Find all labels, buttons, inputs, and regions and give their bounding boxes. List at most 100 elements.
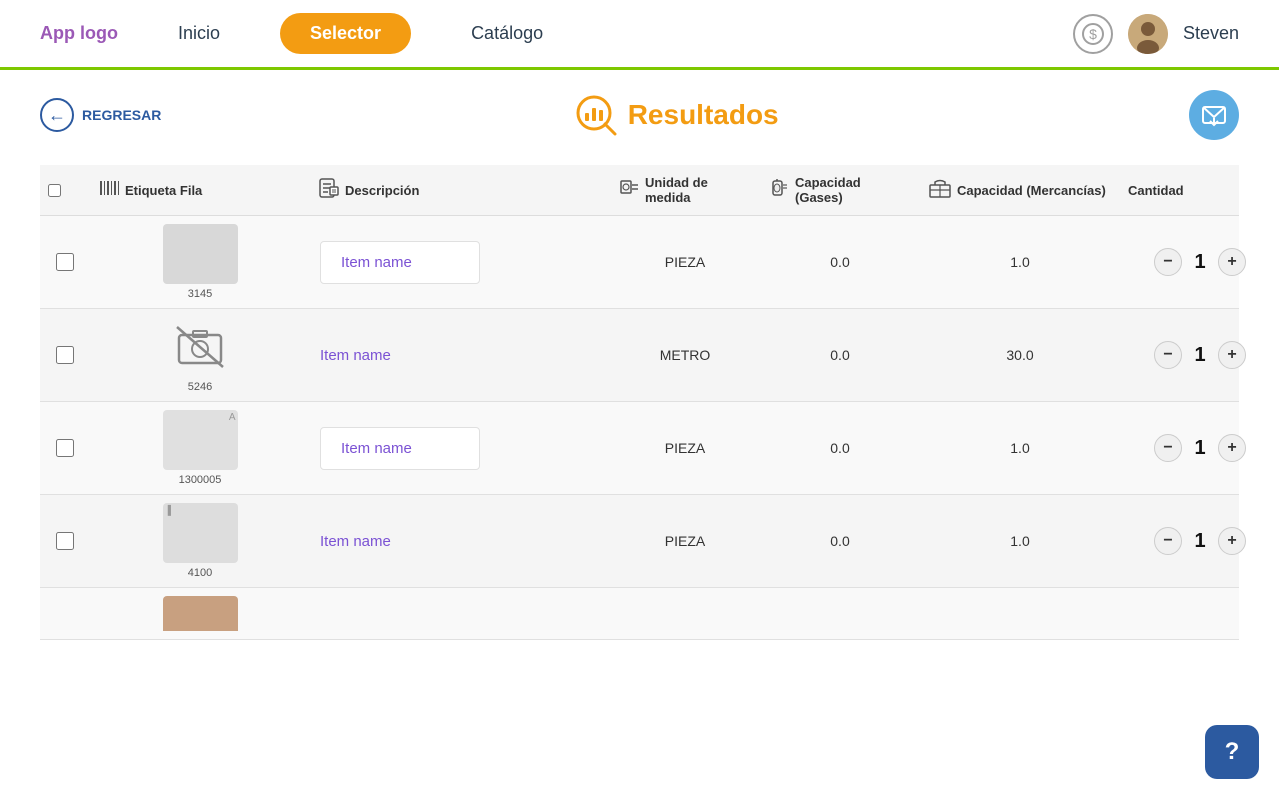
- back-button[interactable]: ← REGRESAR: [40, 98, 161, 132]
- row-name-0[interactable]: Item name: [310, 241, 610, 284]
- user-avatar[interactable]: [1128, 14, 1168, 54]
- row-qty-1: − 1 +: [1120, 341, 1279, 369]
- row-name-3[interactable]: Item name: [310, 533, 610, 550]
- image-label-1: 5246: [188, 381, 212, 393]
- row-gas-0: 0.0: [760, 254, 920, 270]
- navbar: App logo Inicio Selector Catálogo $ Stev…: [0, 0, 1279, 70]
- avatar-svg: [1128, 14, 1168, 54]
- table: Etiqueta Fila Descripción: [40, 165, 1239, 640]
- image-label-2: 1300005: [179, 474, 222, 486]
- row-image-1: 5246: [90, 309, 310, 401]
- qty-value-0: 1: [1190, 251, 1210, 274]
- item-name-box-0[interactable]: Item name: [320, 241, 480, 284]
- description-icon: [318, 177, 340, 204]
- qty-value-2: 1: [1190, 437, 1210, 460]
- unit-icon: [618, 177, 640, 204]
- row-merch-1: 30.0: [920, 347, 1120, 363]
- gas-icon: [768, 177, 790, 204]
- th-cantidad-label: Cantidad: [1128, 183, 1184, 198]
- image-placeholder-0: [163, 224, 238, 284]
- row-unit-0: PIEZA: [610, 254, 760, 270]
- row-merch-0: 1.0: [920, 254, 1120, 270]
- row-checkbox-3[interactable]: [40, 532, 90, 550]
- qty-plus-1[interactable]: +: [1218, 341, 1246, 369]
- th-checkbox: [40, 184, 90, 197]
- th-unidad: Unidad de medida: [610, 175, 760, 205]
- th-cantidad: Cantidad: [1120, 183, 1279, 198]
- row-merch-2: 1.0: [920, 440, 1120, 456]
- row-qty-2: − 1 +: [1120, 434, 1279, 462]
- row-qty-3: − 1 +: [1120, 527, 1279, 555]
- back-label: REGRESAR: [82, 107, 161, 123]
- checkbox-2[interactable]: [56, 439, 74, 457]
- row-checkbox-0[interactable]: [40, 253, 90, 271]
- table-row-partial: [40, 588, 1239, 640]
- th-mercancias-label: Capacidad (Mercancías): [957, 183, 1106, 198]
- qty-plus-3[interactable]: +: [1218, 527, 1246, 555]
- nav-left: App logo Inicio Selector Catálogo: [40, 13, 543, 54]
- qty-minus-0[interactable]: −: [1154, 248, 1182, 276]
- th-unidad-label: Unidad de medida: [645, 175, 752, 205]
- qty-minus-3[interactable]: −: [1154, 527, 1182, 555]
- row-checkbox-2[interactable]: [40, 439, 90, 457]
- qty-plus-0[interactable]: +: [1218, 248, 1246, 276]
- email-icon: [1201, 102, 1227, 128]
- dollar-svg: $: [1081, 22, 1105, 46]
- merch-icon: [928, 177, 952, 204]
- row-image-0: 3145: [90, 216, 310, 308]
- no-image-1: [163, 317, 238, 377]
- help-button[interactable]: ?: [1205, 725, 1259, 779]
- help-label: ?: [1225, 738, 1240, 766]
- select-all-checkbox[interactable]: [48, 184, 61, 197]
- barcode-icon: [98, 177, 120, 204]
- th-gases: Capacidad (Gases): [760, 175, 920, 205]
- row-merch-3: 1.0: [920, 533, 1120, 549]
- th-etiqueta: Etiqueta Fila: [90, 177, 310, 204]
- results-title: Resultados: [572, 91, 779, 139]
- dollar-icon[interactable]: $: [1073, 14, 1113, 54]
- th-etiqueta-label: Etiqueta Fila: [125, 183, 202, 198]
- nav-catalogo[interactable]: Catálogo: [471, 23, 543, 44]
- row-checkbox-1[interactable]: [40, 346, 90, 364]
- image-placeholder-2: A: [163, 410, 238, 470]
- checkbox-0[interactable]: [56, 253, 74, 271]
- row-gas-1: 0.0: [760, 347, 920, 363]
- row-unit-2: PIEZA: [610, 440, 760, 456]
- qty-minus-2[interactable]: −: [1154, 434, 1182, 462]
- row-name-1[interactable]: Item name: [310, 347, 610, 364]
- checkbox-3[interactable]: [56, 532, 74, 550]
- th-gases-label: Capacidad (Gases): [795, 175, 912, 205]
- results-icon: [572, 91, 620, 139]
- nav-selector[interactable]: Selector: [280, 13, 411, 54]
- main-content: ← REGRESAR Resultados: [0, 70, 1279, 660]
- image-placeholder-3: ▐: [163, 503, 238, 563]
- nav-inicio[interactable]: Inicio: [178, 23, 220, 44]
- row-gas-3: 0.0: [760, 533, 920, 549]
- table-header: Etiqueta Fila Descripción: [40, 165, 1239, 216]
- item-name-3[interactable]: Item name: [320, 533, 391, 550]
- results-text: Resultados: [628, 99, 779, 131]
- toolbar: ← REGRESAR Resultados: [40, 90, 1239, 140]
- checkbox-1[interactable]: [56, 346, 74, 364]
- table-row: 5246 Item name METRO 0.0 30.0 − 1 +: [40, 309, 1239, 402]
- item-name-box-2[interactable]: Item name: [320, 427, 480, 470]
- row-unit-3: PIEZA: [610, 533, 760, 549]
- app-logo[interactable]: App logo: [40, 23, 118, 44]
- row-name-2[interactable]: Item name: [310, 427, 610, 470]
- row-image-3: ▐ 4100: [90, 495, 310, 587]
- email-button[interactable]: [1189, 90, 1239, 140]
- no-camera-icon: [175, 325, 225, 369]
- th-mercancias: Capacidad (Mercancías): [920, 177, 1120, 204]
- item-name-1[interactable]: Item name: [320, 347, 391, 364]
- nav-right: $ Steven: [1073, 14, 1239, 54]
- table-row: 3145 Item name PIEZA 0.0 1.0 − 1 +: [40, 216, 1239, 309]
- qty-plus-2[interactable]: +: [1218, 434, 1246, 462]
- row-unit-1: METRO: [610, 347, 760, 363]
- table-row: ▐ 4100 Item name PIEZA 0.0 1.0 − 1 +: [40, 495, 1239, 588]
- username: Steven: [1183, 23, 1239, 44]
- svg-text:$: $: [1089, 26, 1097, 42]
- row-qty-0: − 1 +: [1120, 248, 1279, 276]
- th-descripcion: Descripción: [310, 177, 610, 204]
- table-row: A 1300005 Item name PIEZA 0.0 1.0 − 1 +: [40, 402, 1239, 495]
- qty-minus-1[interactable]: −: [1154, 341, 1182, 369]
